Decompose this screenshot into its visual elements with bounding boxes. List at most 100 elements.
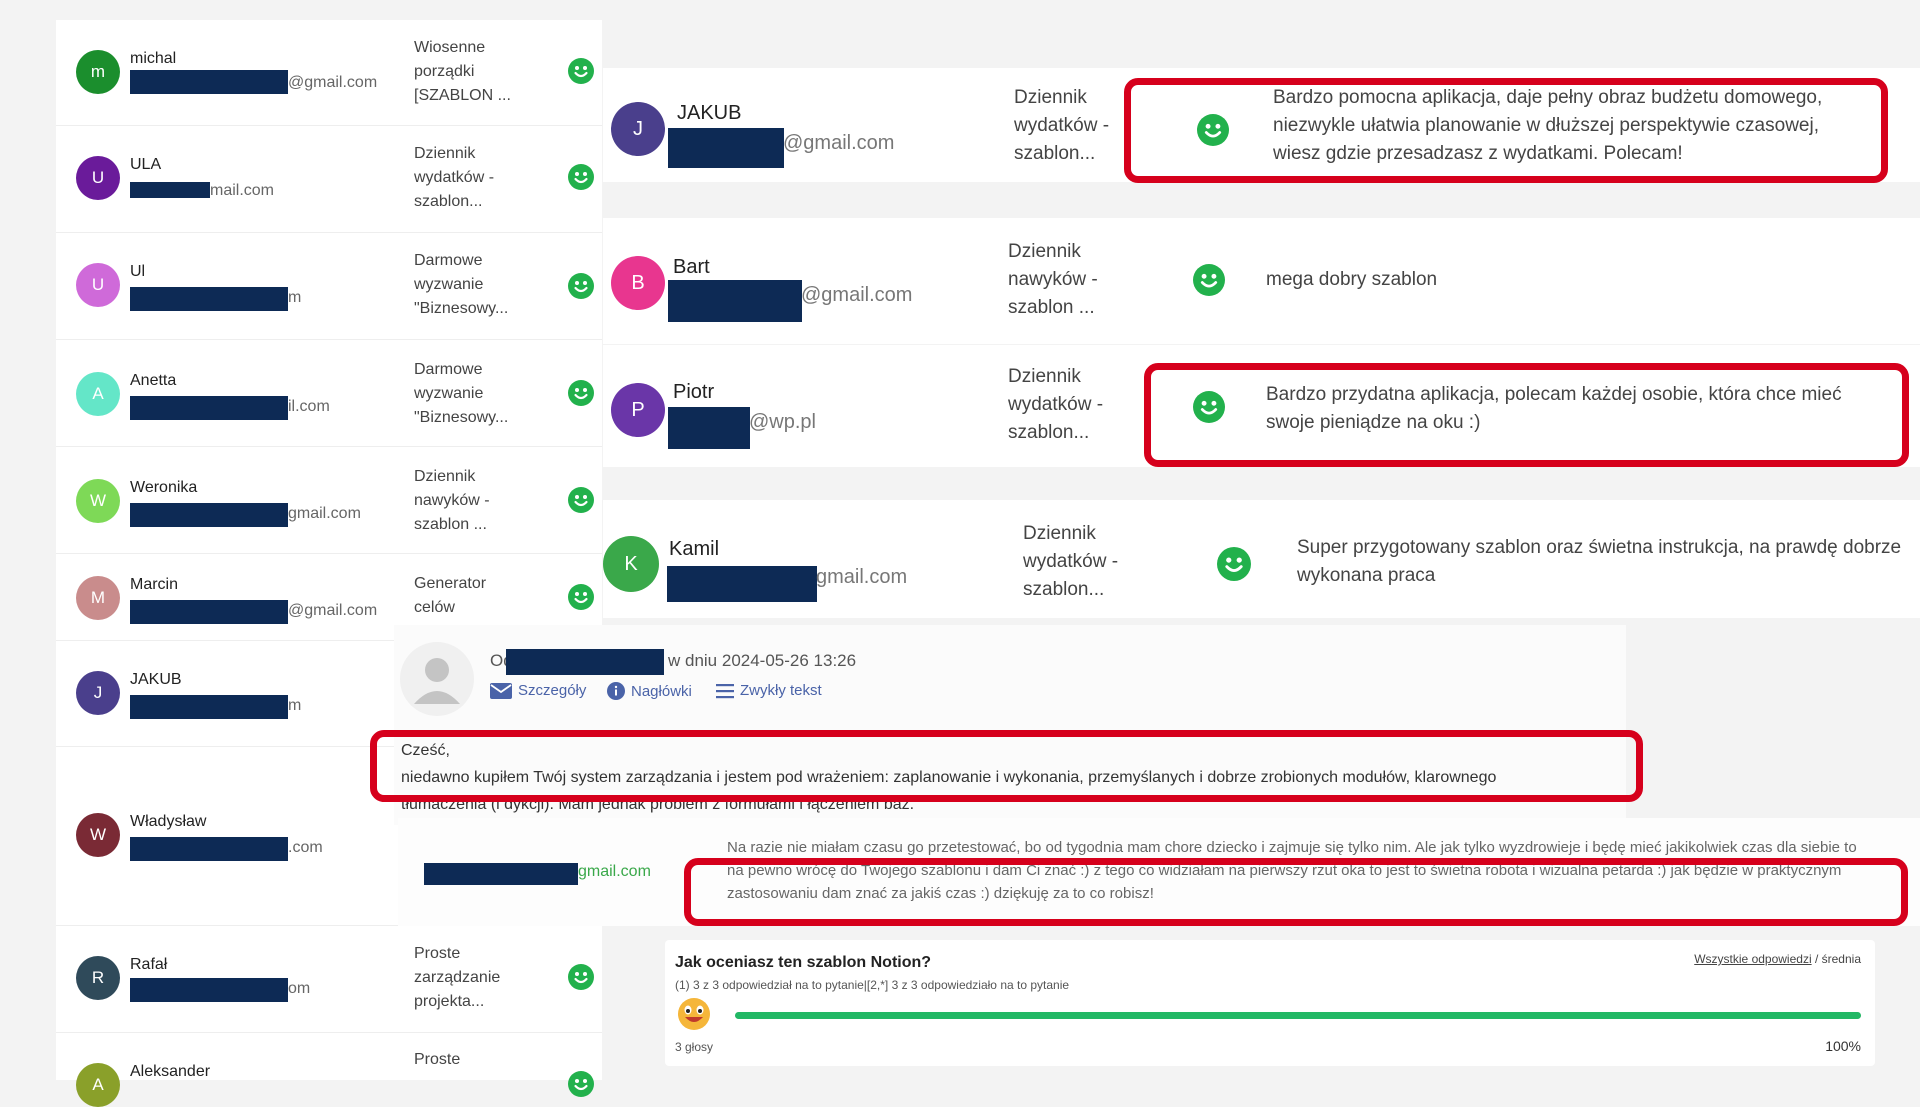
headers-link[interactable]: Nagłówki (607, 682, 692, 700)
user-email: mail.com (210, 182, 275, 199)
user-name: Aleksander (130, 1063, 211, 1080)
review-comment: mega dobry szablon (1266, 269, 1438, 290)
highlight-box (684, 858, 1908, 926)
avatar: K (603, 536, 659, 592)
user-name: Marcin (130, 576, 179, 593)
redacted-email (130, 182, 210, 198)
avatar: W (76, 479, 120, 523)
smiley-icon (1217, 547, 1251, 581)
template-name: Generator celów (414, 575, 487, 616)
smiley-icon (568, 164, 594, 190)
user-email: om (288, 980, 311, 997)
avatar: B (611, 256, 665, 310)
template-name: Dziennik wydatków - szablon... (1023, 523, 1119, 600)
avatar: M (76, 576, 120, 620)
lines-icon (716, 683, 734, 698)
avatar: R (76, 956, 120, 1000)
user-name: Rafał (130, 956, 168, 973)
rating-subtext: (1) 3 z 3 odpowiedział na to pytanie|[2,… (675, 978, 1070, 992)
highlight-box (370, 730, 1643, 802)
list-item[interactable]: A Anetta il.com Darmowe wyzwanie "Biznes… (56, 340, 602, 448)
user-email: @gmail.com (288, 74, 378, 91)
highlight-box (1144, 363, 1909, 467)
avatar: W (76, 813, 120, 857)
template-name: Dziennik nawyków - szablon ... (414, 468, 490, 533)
smiley-icon (1193, 264, 1225, 296)
redacted-email (130, 978, 288, 1002)
user-email: @wp.pl (749, 411, 816, 433)
user-name: michal (130, 50, 177, 67)
template-name: Dziennik wydatków - szablon... (1014, 87, 1110, 164)
redacted-email (130, 70, 288, 94)
user-email: @gmail.com (801, 284, 913, 306)
template-name: Dziennik wydatków - szablon... (1008, 366, 1104, 443)
review-item[interactable]: B Bart @gmail.com Dziennik nawyków - sza… (603, 218, 1920, 344)
redacted-email (130, 396, 288, 420)
user-name: ULA (130, 156, 162, 173)
template-name: Darmowe wyzwanie "Biznesowy... (414, 252, 509, 317)
user-email: @gmail.com (783, 132, 895, 154)
avatar: J (76, 671, 120, 715)
user-name: Anetta (130, 372, 177, 389)
avatar: A (76, 1063, 120, 1107)
list-item[interactable]: m michal @gmail.com Wiosenne porządki [S… (56, 20, 602, 127)
avatar: U (76, 263, 120, 307)
avatar: U (76, 156, 120, 200)
avatar: A (76, 372, 120, 416)
sender-avatar-icon (400, 642, 474, 716)
redacted-email (667, 566, 817, 602)
template-name: Proste zarządzanie projekta... (414, 945, 501, 1010)
redacted-email (130, 695, 288, 719)
progress-track (735, 1012, 1861, 1019)
review-comment: Super przygotowany szablon oraz świetna … (1297, 537, 1902, 586)
list-item[interactable]: A Aleksander Proste (56, 1033, 602, 1107)
details-link[interactable]: Szczegóły (490, 682, 586, 699)
user-email: m (288, 289, 302, 306)
emoji-face-icon (678, 998, 710, 1030)
avatar: P (611, 383, 665, 437)
envelope-icon (490, 682, 512, 699)
user-email: @gmail.com (288, 602, 378, 619)
user-email: gmail.com (816, 566, 908, 588)
email-date: w dniu 2024-05-26 13:26 (668, 651, 857, 670)
list-item[interactable]: U ULA mail.com Dziennik wydatków - szabl… (56, 126, 602, 234)
rating-card: Jak oceniasz ten szablon Notion? (1) 3 z… (665, 940, 1875, 1066)
plain-text-link[interactable]: Zwykły tekst (716, 682, 822, 699)
redacted-email (130, 287, 288, 311)
info-icon (607, 682, 625, 700)
list-item[interactable]: U Ul m Darmowe wyzwanie "Biznesowy... (56, 233, 602, 341)
all-answers-link[interactable]: Wszystkie odpowiedzi (1694, 952, 1811, 966)
redacted-email (130, 837, 288, 861)
smiley-icon (568, 273, 594, 299)
smiley-icon (568, 964, 594, 990)
template-name: Proste (414, 1051, 461, 1068)
list-item[interactable]: W Weronika gmail.com Dziennik nawyków - … (56, 447, 602, 555)
user-email: il.com (288, 398, 330, 415)
redacted-email (668, 280, 802, 322)
user-name: JAKUB (677, 102, 742, 124)
rating-links: Wszystkie odpowiedzi / średnia (1694, 952, 1861, 966)
user-email: m (288, 697, 302, 714)
smiley-icon (568, 1071, 594, 1097)
rating-question: Jak oceniasz ten szablon Notion? (675, 954, 932, 971)
highlight-box (1124, 78, 1888, 183)
links-separator: / (1814, 952, 1819, 966)
redacted-email (668, 407, 750, 449)
user-name: Piotr (673, 381, 715, 403)
smiley-icon (568, 380, 594, 406)
list-item[interactable]: R Rafał om Proste zarządzanie projekta..… (56, 926, 602, 1034)
avatar: J (611, 102, 665, 156)
votes-count: 3 głosy (675, 1040, 714, 1054)
template-name: Dziennik wydatków - szablon... (414, 145, 495, 210)
average-label: średnia (1821, 952, 1861, 966)
user-email: gmail.com (578, 863, 651, 880)
user-name: Kamil (669, 538, 720, 560)
review-item[interactable]: K Kamil gmail.com Dziennik wydatków - sz… (603, 500, 1920, 618)
template-name: Darmowe wyzwanie "Biznesowy... (414, 361, 509, 426)
user-name: Bart (673, 256, 710, 278)
user-email: .com (288, 839, 323, 856)
redacted-email (130, 503, 288, 527)
template-name: Dziennik nawyków - szablon ... (1008, 241, 1098, 318)
smiley-icon (568, 487, 594, 513)
user-name: Ul (130, 263, 146, 280)
